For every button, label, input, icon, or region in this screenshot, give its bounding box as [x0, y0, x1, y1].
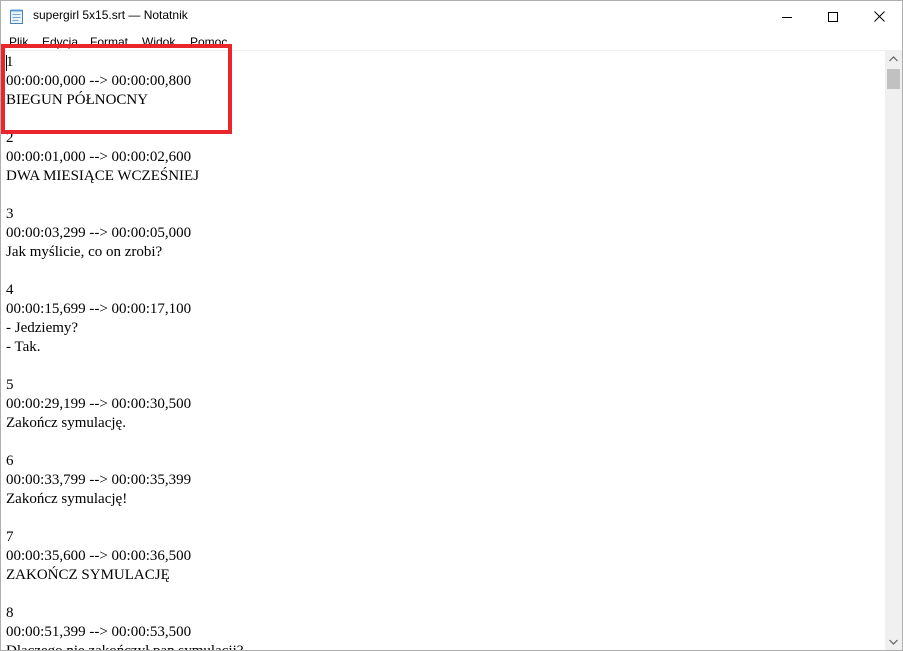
- scroll-thumb[interactable]: [887, 69, 900, 89]
- text-line: 4: [6, 282, 14, 298]
- text-line: [6, 357, 243, 376]
- minimize-button[interactable]: [764, 1, 810, 32]
- maximize-icon: [828, 11, 838, 22]
- text-line: [6, 585, 243, 604]
- text-line: 5: [6, 377, 14, 393]
- window-title: supergirl 5x15.srt — Notatnik: [33, 8, 188, 22]
- text-line: 3: [6, 206, 14, 222]
- chevron-up-icon: [889, 55, 898, 61]
- annotation-highlight-box: [1, 44, 232, 134]
- title-bar[interactable]: supergirl 5x15.srt — Notatnik: [1, 1, 902, 32]
- text-line: Jak myślicie, co on zrobi?: [6, 244, 163, 260]
- text-line: 8: [6, 605, 14, 621]
- text-line: [6, 509, 243, 528]
- text-line: 00:00:15,699 --> 00:00:17,100: [6, 301, 192, 317]
- text-line: 00:00:33,799 --> 00:00:35,399: [6, 472, 192, 488]
- text-line: 7: [6, 529, 14, 545]
- text-line: [6, 186, 243, 205]
- text-line: Zakończ symulację!: [6, 491, 128, 507]
- text-line: ZAKOŃCZ SYMULACJĘ: [6, 567, 170, 583]
- text-line: [6, 433, 243, 452]
- close-icon: [873, 11, 885, 22]
- text-line: 00:00:29,199 --> 00:00:30,500: [6, 396, 192, 412]
- text-line: 00:00:03,299 --> 00:00:05,000: [6, 225, 192, 241]
- subtitle-text[interactable]: 1 00:00:00,000 --> 00:00:00,800 BIEGUN PÓŁ…: [6, 53, 244, 651]
- text-line: Dlaczego nie zakończył pan symulacji?: [6, 643, 244, 651]
- text-line: [6, 262, 243, 281]
- text-line: - Jedziemy?: [6, 320, 79, 336]
- text-editor-area[interactable]: 1 00:00:00,000 --> 00:00:00,800 BIEGUN PÓŁ…: [1, 50, 885, 651]
- minimize-icon: [782, 16, 792, 18]
- text-line: 00:00:51,399 --> 00:00:53,500: [6, 624, 192, 640]
- text-line: 6: [6, 453, 14, 469]
- vertical-scrollbar[interactable]: [885, 50, 902, 650]
- text-line: DWA MIESIĄCE WCZEŚNIEJ: [6, 168, 200, 184]
- notepad-icon: [10, 9, 23, 24]
- text-line: 00:00:35,600 --> 00:00:36,500: [6, 548, 192, 564]
- scroll-down-button[interactable]: [885, 633, 902, 650]
- maximize-button[interactable]: [810, 1, 856, 32]
- text-line: Zakończ symulację.: [6, 415, 126, 431]
- text-line: 00:00:01,000 --> 00:00:02,600: [6, 149, 192, 165]
- scroll-up-button[interactable]: [885, 50, 902, 67]
- chevron-down-icon: [889, 639, 898, 645]
- close-button[interactable]: [856, 1, 902, 32]
- text-line: - Tak.: [6, 339, 41, 355]
- notepad-window: supergirl 5x15.srt — Notatnik Plik Edycj…: [0, 0, 903, 651]
